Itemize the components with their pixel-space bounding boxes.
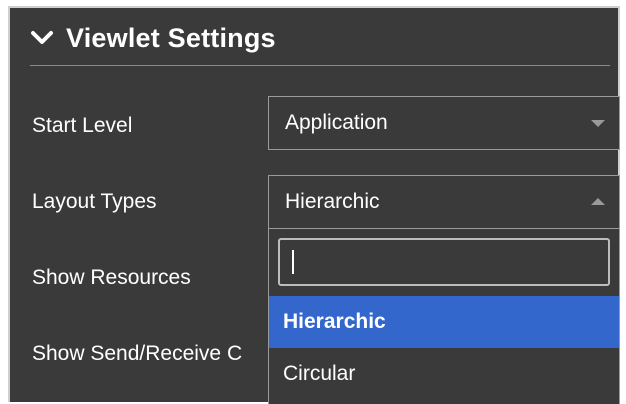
show-send-receive-label: Show Send/Receive C — [32, 342, 243, 365]
layout-types-select[interactable]: Hierarchic — [268, 175, 620, 229]
caret-down-icon — [591, 120, 605, 127]
start-level-select[interactable]: Application — [268, 96, 620, 150]
layout-types-label: Layout Types — [32, 190, 157, 213]
layout-types-dropdown: Hierarchic Circular — [268, 229, 620, 404]
panel-title: Viewlet Settings — [66, 22, 276, 53]
viewlet-settings-panel: Viewlet Settings Start Level Application… — [8, 6, 620, 404]
layout-types-value: Hierarchic — [285, 190, 380, 213]
header-divider — [30, 65, 610, 66]
chevron-down-icon[interactable] — [30, 25, 60, 51]
panel-header[interactable]: Viewlet Settings — [30, 18, 276, 58]
dropdown-option-circular[interactable]: Circular — [269, 348, 619, 400]
start-level-value: Application — [285, 111, 388, 134]
caret-up-icon — [591, 198, 605, 205]
show-resources-label: Show Resources — [32, 266, 191, 289]
dropdown-search-input[interactable] — [278, 238, 610, 286]
start-level-label: Start Level — [32, 114, 133, 137]
dropdown-option-hierarchic[interactable]: Hierarchic — [269, 296, 619, 348]
text-cursor — [292, 250, 294, 274]
